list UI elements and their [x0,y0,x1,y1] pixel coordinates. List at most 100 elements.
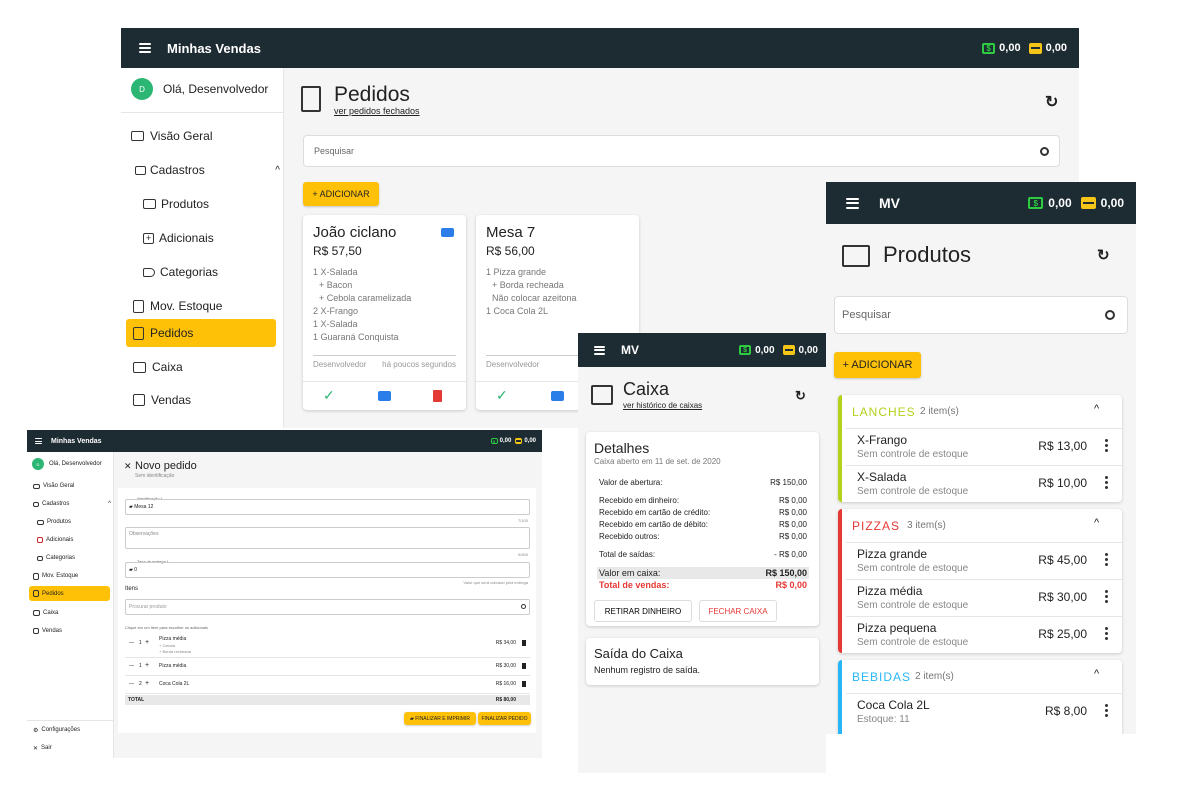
card-icon [1028,42,1042,54]
add-button[interactable]: + ADICIONAR [303,182,379,206]
plus-icon[interactable]: + [145,639,149,646]
app-title: Minhas Vendas [167,40,261,56]
menu-icon[interactable] [846,197,859,209]
menu-icon[interactable] [594,345,605,355]
nav-produtos[interactable]: Produtos [143,190,209,218]
menu-icon[interactable] [139,43,151,53]
minus-icon[interactable]: — [129,640,134,646]
search-icon[interactable] [521,604,526,609]
page-title: Produtos [883,242,972,267]
product-price: R$ 8,00 [1044,704,1087,718]
delete-trash-icon[interactable] [522,640,526,646]
search-icon[interactable] [1105,310,1115,320]
search-icon[interactable] [1040,146,1049,156]
order-total: R$ 57,50 [313,244,362,258]
finish-print-label: FINALIZAR E IMPRIMIR [415,715,470,722]
closed-orders-link[interactable]: ver pedidos fechados [334,106,420,116]
close-register-button[interactable]: FECHAR CAIXA [699,600,777,622]
print-icon[interactable] [551,391,564,401]
nav-caixa[interactable]: Caixa [33,607,58,619]
chevron-up-icon[interactable]: ^ [275,165,280,176]
cash-history-link[interactable]: ver histórico de caixas [623,401,702,410]
product-row[interactable]: Coca Cola 2L Estoque: 11 R$ 8,00 [846,693,1122,730]
product-row[interactable]: Pizza média Sem controle de estoque R$ 3… [846,579,1122,616]
nav-visao-geral[interactable]: Visão Geral [33,480,74,492]
more-vert-icon[interactable] [1105,627,1108,640]
nav-vendas[interactable]: Vendas [133,386,191,414]
nav-sair[interactable]: ✕ Sair [33,742,52,754]
refresh-icon[interactable]: ↻ [795,388,806,404]
nav-caixa[interactable]: Caixa [133,353,183,381]
nav-categorias[interactable]: Categorias [143,258,218,286]
delete-trash-icon[interactable] [522,663,526,669]
nav-pedidos[interactable]: Pedidos [126,319,276,347]
product-row[interactable]: X-Frango Sem controle de estoque R$ 13,0… [846,428,1122,465]
product-search[interactable]: Procurar produto [125,599,530,615]
finish-order-button[interactable]: FINALIZAR PEDIDO [478,712,531,725]
chevron-up-icon[interactable]: ^ [1094,668,1099,680]
product-price: R$ 30,00 [1038,590,1087,604]
close-icon[interactable]: ✕ [124,461,132,472]
nav-cadastros[interactable]: Cadastros ^ [135,156,280,184]
nav-visao-geral[interactable]: Visão Geral [131,122,212,150]
minus-icon[interactable]: — [129,681,134,687]
search-field[interactable]: Pesquisar [834,296,1128,334]
nav-mov-estoque[interactable]: Mov. Estoque [133,292,222,320]
nav-mov-estoque[interactable]: Mov. Estoque [33,570,78,582]
plus-icon[interactable]: + [145,680,149,687]
nav-adicionais[interactable]: Adicionais [37,534,73,546]
nav-categorias[interactable]: Categorias [37,552,75,564]
chevron-up-icon[interactable]: ^ [108,501,111,507]
ident-field[interactable]: ▰ Mesa 12 [125,499,530,515]
delete-trash-icon[interactable] [522,681,526,687]
more-vert-icon[interactable] [1105,439,1108,452]
refresh-icon[interactable]: ↻ [1045,92,1058,112]
more-vert-icon[interactable] [1105,590,1108,603]
more-vert-icon[interactable] [1105,476,1108,489]
nav-label: Categorias [160,265,219,279]
menu-icon[interactable] [35,438,42,444]
chevron-up-icon[interactable]: ^ [1094,403,1099,415]
novo-pedido-window: Minhas Vendas $ 0,00 0,00 D Olá, Desenvo… [27,430,542,758]
cash-icon: $ [982,42,996,54]
product-row[interactable]: X-Salada Sem controle de estoque R$ 10,0… [846,465,1122,502]
more-vert-icon[interactable] [1105,553,1108,566]
withdraw-money-button[interactable]: RETIRAR DINHEIRO [594,600,692,622]
chevron-up-icon[interactable]: ^ [1094,517,1099,529]
confirm-check-icon[interactable]: ✓ [323,387,335,404]
item-row[interactable]: — 1 + Pizza média + Cebola + Borda reche… [125,634,530,658]
nav-adicionais[interactable]: + Adicionais [143,224,214,252]
product-name: Pizza média [857,584,923,598]
minus-icon[interactable]: — [129,663,134,669]
order-card[interactable]: João ciclano R$ 57,50 1 X-Salada + Bacon… [303,215,466,410]
more-vert-icon[interactable] [1105,704,1108,717]
nav-produtos[interactable]: Produtos [37,516,71,528]
search-input[interactable]: Pesquisar [842,309,891,321]
nav-label: Caixa [152,360,183,374]
row-label: Valor de abertura: [599,478,663,487]
nav-vendas[interactable]: Vendas [33,625,62,637]
nav-configuracoes[interactable]: ⚙ Configurações [33,724,80,736]
fee-field[interactable]: ▰ 0 [125,562,530,578]
plus-box-icon: + [143,232,154,244]
obs-field[interactable]: Observações [125,527,530,549]
delete-trash-icon[interactable] [433,390,442,402]
plus-icon[interactable]: + [145,662,149,669]
product-search-input[interactable]: Procurar produto [129,604,167,610]
item-row[interactable]: — 1 + Pizza média R$ 30,00 [125,658,530,676]
cash-register-icon [133,361,146,373]
print-icon[interactable] [378,391,391,401]
search-input[interactable]: Pesquisar [314,146,354,156]
confirm-check-icon[interactable]: ✓ [496,387,508,404]
product-row[interactable]: Pizza grande Sem controle de estoque R$ … [846,542,1122,579]
finish-print-button[interactable]: ▰ FINALIZAR E IMPRIMIR [404,712,476,725]
details-row: Recebido em dinheiro: R$ 0,00 [599,496,807,505]
nav-label: Visão Geral [43,483,75,489]
search-field[interactable]: Pesquisar [303,135,1060,167]
refresh-icon[interactable]: ↻ [1097,246,1110,264]
item-row[interactable]: — 2 + Coca Cola 2L R$ 16,00 [125,676,530,694]
nav-cadastros[interactable]: Cadastros ^ [33,498,111,510]
product-row[interactable]: Pizza pequena Sem controle de estoque R$… [846,616,1122,653]
add-button[interactable]: + ADICIONAR [834,352,921,378]
nav-pedidos[interactable]: Pedidos [29,586,110,601]
